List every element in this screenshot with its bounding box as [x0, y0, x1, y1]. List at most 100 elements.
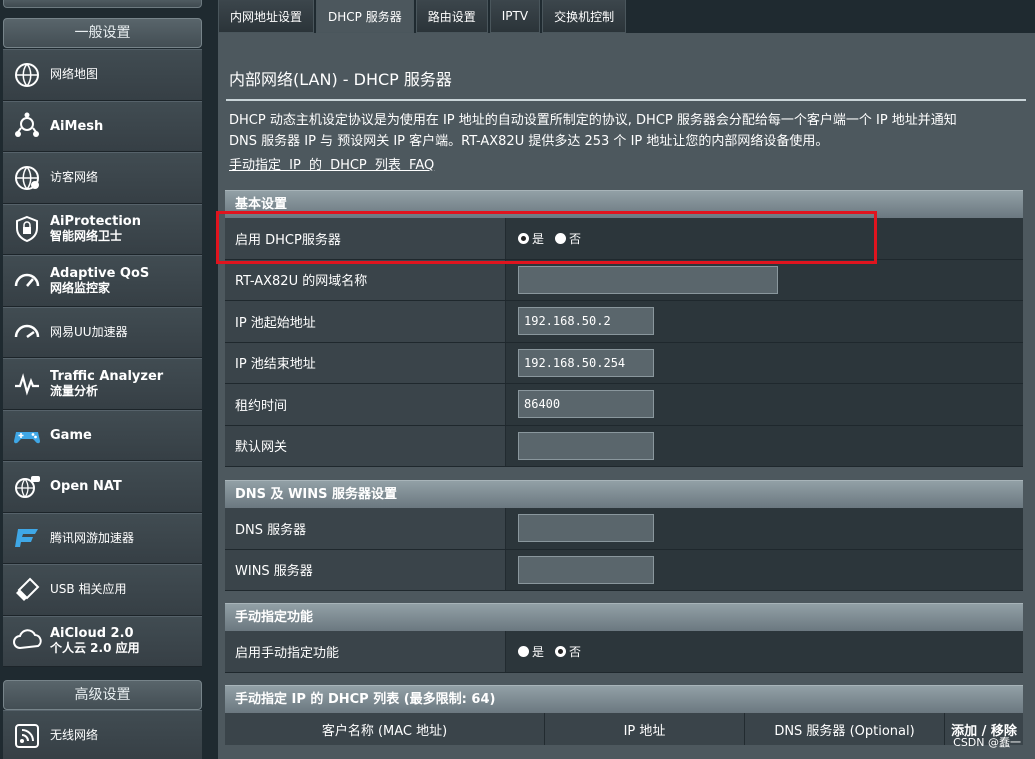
- network-map-icon: [11, 59, 43, 91]
- column-header-client-name: 客户名称 (MAC 地址): [225, 713, 545, 745]
- enable-manual-radio-group: 是 否: [518, 643, 589, 660]
- default-gateway-label: 默认网关: [225, 425, 506, 466]
- sidebar-general-header: 一般设置: [3, 18, 202, 48]
- usb-icon: [11, 574, 43, 606]
- faq-link[interactable]: 手动指定 IP 的 DHCP 列表 FAQ: [229, 154, 434, 173]
- basic-settings-section: 基本设置 启用 DHCP服务器 是 否 RT-AX82U 的网域名称 IP 池起…: [225, 190, 1023, 467]
- sidebar-item-label: Adaptive QoS: [50, 265, 150, 281]
- adaptive-qos-icon: [11, 265, 43, 297]
- sidebar-item-wireless[interactable]: 无线网络: [3, 710, 202, 759]
- sidebar-item-uu-accelerator[interactable]: 网易UU加速器: [3, 306, 202, 358]
- radio-label: 是: [532, 644, 545, 659]
- pool-end-input[interactable]: [518, 348, 654, 377]
- domain-name-input[interactable]: [518, 265, 778, 294]
- sidebar-item-sublabel: 智能网络卫士: [50, 229, 123, 244]
- section-header: 基本设置: [225, 190, 1023, 218]
- tab-iptv[interactable]: IPTV: [489, 0, 541, 33]
- radio-label: 否: [569, 644, 582, 659]
- sidebar-general-list: 网络地图 AiMesh 访客网络 AiProtection 智能网络卫士 Adap…: [3, 49, 202, 667]
- enable-dhcp-radio-group: 是 否: [518, 230, 589, 247]
- sidebar-advanced-list: 无线网络: [3, 710, 202, 759]
- pool-start-label: IP 池起始地址: [225, 301, 506, 342]
- section-header: DNS 及 WINS 服务器设置: [225, 480, 1023, 508]
- enable-dhcp-yes-radio[interactable]: [518, 232, 529, 244]
- wireless-icon: [11, 720, 43, 752]
- watermark: CSDN @蠢一: [953, 736, 1021, 749]
- manual-dhcp-list-section: 手动指定 IP 的 DHCP 列表 (最多限制: 64) 客户名称 (MAC 地…: [225, 685, 1023, 745]
- radio-label: 是: [532, 231, 545, 246]
- sidebar-item-usb[interactable]: USB 相关应用: [3, 564, 202, 616]
- sidebar-item-game[interactable]: Game: [3, 409, 202, 461]
- tab-lan-ip[interactable]: 内网地址设置: [218, 0, 315, 33]
- sidebar-item-tencent-accelerator[interactable]: 腾讯网游加速器: [3, 512, 202, 564]
- aiprotection-icon: [11, 213, 43, 245]
- dns-server-label: DNS 服务器: [225, 508, 506, 549]
- sidebar-item-aimesh[interactable]: AiMesh: [3, 100, 202, 152]
- sidebar-item-open-nat[interactable]: Open NAT: [3, 461, 202, 513]
- tab-bar: 内网地址设置 DHCP 服务器 路由设置 IPTV 交换机控制: [218, 0, 627, 33]
- page-description: DHCP 动态主机设定协议是为使用在 IP 地址的自动设置所制定的协议, DHC…: [229, 110, 1029, 152]
- sidebar-item-label: 访客网络: [50, 170, 99, 185]
- sidebar-item-label: 网络地图: [50, 67, 99, 82]
- manual-assignment-section: 手动指定功能 启用手动指定功能 是 否: [225, 603, 1023, 673]
- sidebar-item-network-map[interactable]: 网络地图: [3, 49, 202, 101]
- sidebar-item-guest-network[interactable]: 访客网络: [3, 152, 202, 204]
- tab-dhcp-server[interactable]: DHCP 服务器: [316, 0, 414, 33]
- dns-server-row: DNS 服务器: [225, 508, 1023, 550]
- domain-name-row: RT-AX82U 的网域名称: [225, 259, 1023, 301]
- sidebar-item-label: 腾讯网游加速器: [50, 530, 135, 545]
- sidebar-item-label: 无线网络: [50, 728, 99, 743]
- lease-time-row: 租约时间: [225, 384, 1023, 426]
- sidebar-item-aiprotection[interactable]: AiProtection 智能网络卫士: [3, 203, 202, 255]
- pool-start-input[interactable]: [518, 307, 654, 336]
- wins-server-input[interactable]: [518, 555, 654, 584]
- page-title: 内部网络(LAN) - DHCP 服务器: [229, 70, 452, 89]
- guest-network-icon: [11, 162, 43, 194]
- lease-time-input[interactable]: [518, 390, 654, 419]
- dns-wins-section: DNS 及 WINS 服务器设置 DNS 服务器 WINS 服务器: [225, 480, 1023, 591]
- sidebar-item-label: USB 相关应用: [50, 582, 127, 597]
- uu-accelerator-icon: [11, 316, 43, 348]
- sidebar-item-adaptive-qos[interactable]: Adaptive QoS 网络监控家: [3, 255, 202, 307]
- sidebar-item-traffic-analyzer[interactable]: Traffic Analyzer 流量分析: [3, 358, 202, 410]
- description-line: DHCP 动态主机设定协议是为使用在 IP 地址的自动设置所制定的协议, DHC…: [229, 113, 957, 128]
- domain-name-label: RT-AX82U 的网域名称: [225, 259, 506, 300]
- lease-time-label: 租约时间: [225, 384, 506, 425]
- sidebar-advanced-header: 高级设置: [3, 680, 202, 710]
- default-gateway-input[interactable]: [518, 431, 654, 460]
- pool-end-row: IP 池结束地址: [225, 342, 1023, 384]
- wins-server-label: WINS 服务器: [225, 549, 506, 590]
- enable-manual-no-radio[interactable]: [555, 645, 567, 657]
- dns-server-input[interactable]: [518, 514, 654, 543]
- manual-list-table-header: 客户名称 (MAC 地址) IP 地址 DNS 服务器 (Optional) 添…: [225, 713, 1023, 745]
- sidebar: 一般设置 网络地图 AiMesh 访客网络 AiProtection 智能网络卫士: [0, 0, 206, 759]
- tencent-accelerator-icon: [11, 522, 43, 554]
- gamepad-icon: [11, 419, 43, 451]
- sidebar-top-stub: [3, 0, 202, 8]
- enable-manual-yes-radio[interactable]: [518, 645, 529, 657]
- sidebar-item-label: Traffic Analyzer: [50, 368, 164, 384]
- tab-route[interactable]: 路由设置: [415, 0, 488, 33]
- column-header-dns-server: DNS 服务器 (Optional): [745, 713, 945, 745]
- default-gateway-row: 默认网关: [225, 425, 1023, 467]
- sidebar-item-label: 网易UU加速器: [50, 324, 128, 339]
- enable-dhcp-row: 启用 DHCP服务器 是 否: [225, 218, 1023, 260]
- radio-label: 否: [569, 231, 582, 246]
- open-nat-icon: [11, 471, 43, 503]
- pool-start-row: IP 池起始地址: [225, 301, 1023, 343]
- traffic-analyzer-icon: [11, 368, 43, 400]
- sidebar-item-aicloud[interactable]: AiCloud 2.0 个人云 2.0 应用: [3, 615, 202, 667]
- sidebar-item-label: AiMesh: [50, 118, 104, 134]
- tab-switch-control[interactable]: 交换机控制: [542, 0, 627, 33]
- section-header: 手动指定功能: [225, 603, 1023, 631]
- column-header-ip-address: IP 地址: [545, 713, 745, 745]
- main-panel: 内部网络(LAN) - DHCP 服务器 DHCP 动态主机设定协议是为使用在 …: [218, 33, 1035, 759]
- sidebar-item-sublabel: 网络监控家: [50, 280, 111, 295]
- enable-manual-label: 启用手动指定功能: [225, 631, 506, 672]
- aimesh-icon: [11, 110, 43, 142]
- enable-dhcp-no-radio[interactable]: [555, 232, 567, 244]
- sidebar-item-label: AiCloud 2.0: [50, 626, 134, 642]
- aicloud-icon: [11, 625, 43, 657]
- description-line: DNS 服务器 IP 与 预设网关 IP 客户端。RT-AX82U 提供多达 2…: [229, 134, 829, 149]
- wins-server-row: WINS 服务器: [225, 549, 1023, 591]
